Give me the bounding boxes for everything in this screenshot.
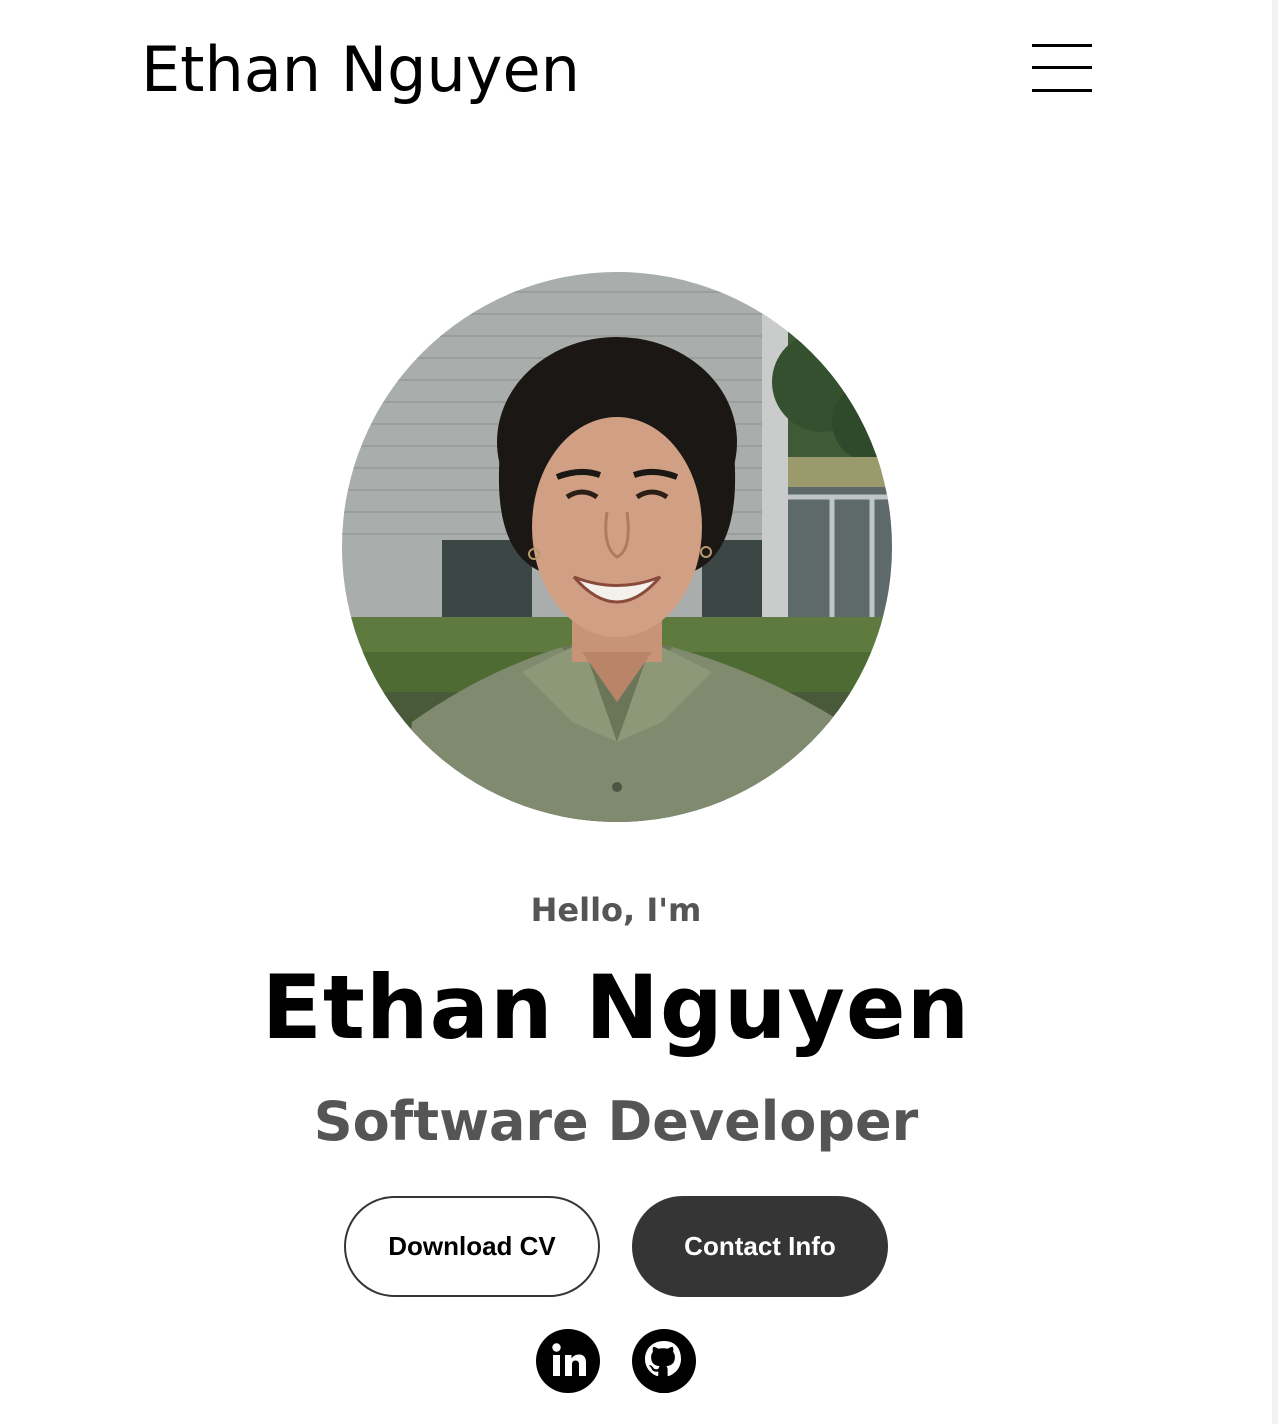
linkedin-icon[interactable] <box>536 1329 600 1393</box>
hamburger-line <box>1032 44 1092 47</box>
contact-info-button[interactable]: Contact Info <box>632 1196 888 1297</box>
hamburger-menu-icon[interactable] <box>1032 44 1092 94</box>
profile-picture <box>342 272 892 822</box>
scrollbar[interactable] <box>1272 0 1278 1424</box>
hero-name: Ethan Nguyen <box>261 956 971 1059</box>
profile-photo <box>342 272 892 822</box>
site-logo[interactable]: Ethan Nguyen <box>141 28 580 112</box>
github-icon[interactable] <box>632 1329 696 1393</box>
greeting-text: Hello, I'm <box>530 891 702 929</box>
download-cv-button[interactable]: Download CV <box>344 1196 600 1297</box>
linkedin-icon-graphic <box>536 1329 600 1393</box>
hamburger-line <box>1032 66 1092 69</box>
hero-title: Software Developer <box>313 1090 919 1153</box>
hamburger-line <box>1032 89 1092 92</box>
github-icon-graphic <box>632 1329 696 1393</box>
page: Ethan Nguyen Hello, I'm Ethan Nguyen Sof… <box>0 0 1278 1424</box>
